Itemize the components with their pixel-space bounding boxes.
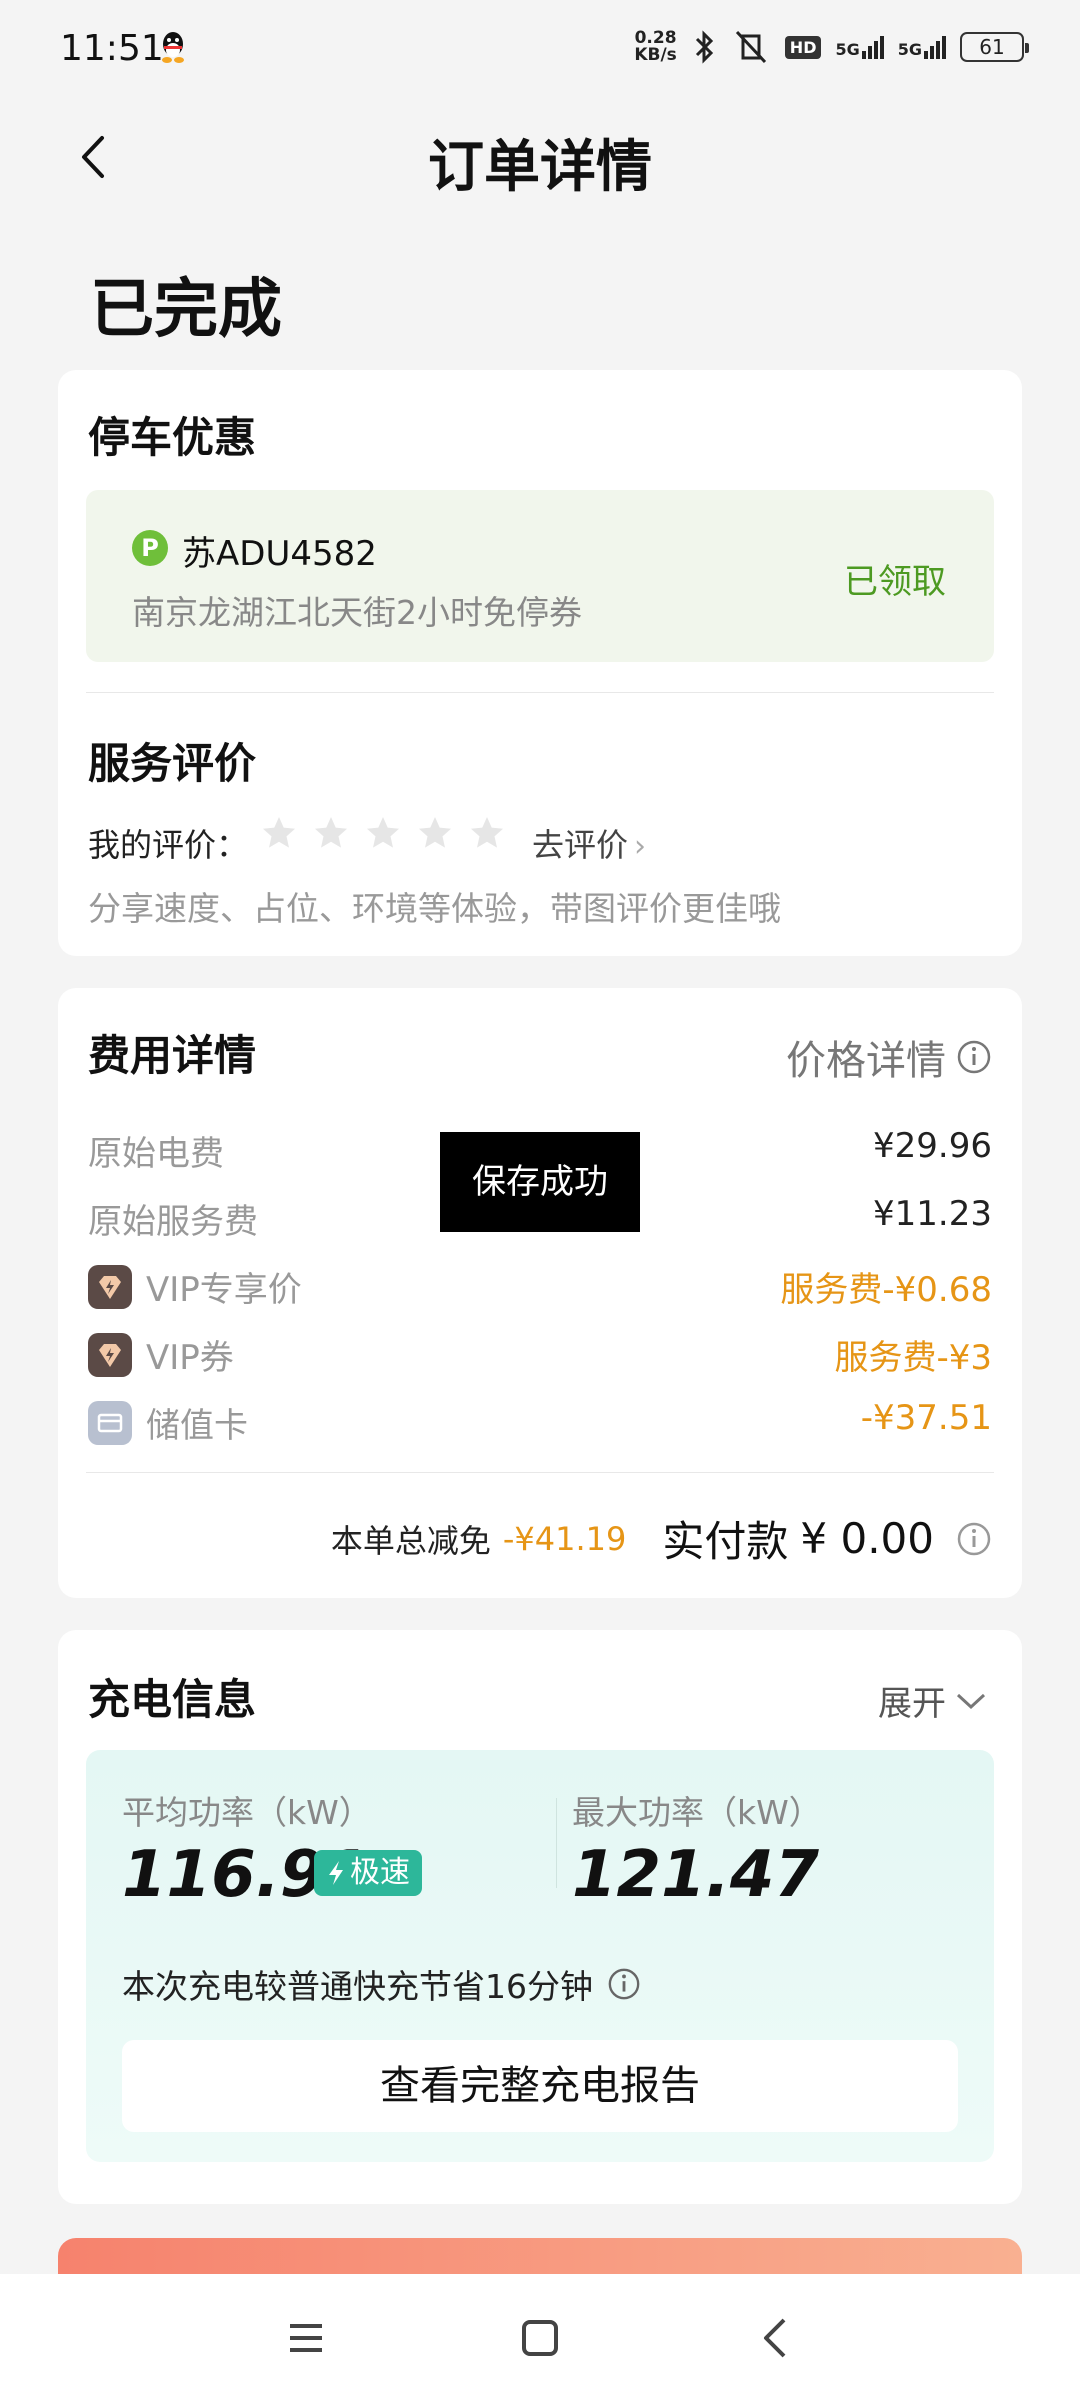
fee-label: VIP券 (146, 1338, 234, 1378)
menu-icon[interactable] (282, 2314, 330, 2362)
order-status: 已完成 (90, 273, 282, 347)
max-power-value: 121.47 (572, 1838, 819, 1912)
fee-label: 原始服务费 (88, 1202, 258, 1242)
hd-badge: HD (784, 35, 822, 59)
total-discount-label: 本单总减免 (330, 1521, 491, 1560)
status-bar: 11:51 0.28 KB/s HD 5G 5G 61 (0, 0, 1080, 92)
paid-value: ¥ 0.00 (800, 1514, 934, 1563)
divider (86, 1472, 994, 1473)
total-discount-value: -¥41.19 (502, 1519, 627, 1558)
parking-icon: P (132, 530, 168, 566)
charging-info-card: 充电信息 展开 平均功率（kW） 116.91 极速 最大功率（kW） 121.… (58, 1630, 1022, 2204)
my-rating-label: 我的评价： (88, 826, 249, 864)
info-icon[interactable] (956, 1521, 992, 1557)
qq-icon (162, 32, 184, 63)
fee-value: -¥37.51 (860, 1398, 992, 1438)
coupon-description: 南京龙湖江北天街2小时免停券 (132, 593, 582, 632)
status-icons: 0.28 KB/s HD 5G 5G 61 (634, 28, 1029, 65)
rating-hint: 分享速度、占位、环境等体验，带图评价更佳哦 (88, 889, 781, 928)
charging-title: 充电信息 (88, 1675, 257, 1724)
chevron-right-icon: › (634, 829, 647, 864)
fee-value: 服务费-¥0.68 (780, 1270, 992, 1310)
status-time: 11:51 (60, 28, 164, 69)
rating-title: 服务评价 (88, 739, 257, 788)
price-detail-link[interactable]: 价格详情 (786, 1028, 992, 1086)
parking-rating-card: 停车优惠 P 苏ADU4582 南京龙湖江北天街2小时免停券 已领取 服务评价 … (58, 370, 1022, 956)
charging-stats: 平均功率（kW） 116.91 极速 最大功率（kW） 121.47 本次充电较… (86, 1750, 994, 2162)
fee-label: VIP专享价 (146, 1270, 302, 1310)
star-icon[interactable] (416, 814, 454, 852)
page-title: 订单详情 (428, 135, 652, 200)
view-report-button[interactable]: 查看完整充电报告 (122, 2040, 958, 2132)
fee-row-vip-coupon: VIP券 服务费-¥3 (88, 1330, 992, 1380)
parking-coupon[interactable]: P 苏ADU4582 南京龙湖江北天街2小时免停券 已领取 (86, 490, 994, 662)
fee-details-card: 费用详情 价格详情 原始电费 ¥29.96 原始服务费 ¥11.23 VIP专享… (58, 988, 1022, 1598)
stored-value-card-icon (88, 1400, 132, 1445)
expand-button[interactable]: 展开 (878, 1676, 988, 1725)
info-icon (957, 1040, 991, 1074)
go-rate-link[interactable]: 去评价 › (532, 820, 646, 866)
avg-power-label: 平均功率（kW） (122, 1793, 372, 1832)
paid-label: 实付款 (662, 1517, 789, 1566)
fee-label: 原始电费 (88, 1134, 224, 1174)
lightning-icon (329, 1861, 343, 1885)
vip-diamond-icon (88, 1264, 132, 1309)
signal-icon-2: 5G (898, 35, 946, 59)
fee-label: 储值卡 (146, 1406, 248, 1446)
coupon-status: 已领取 (844, 562, 946, 602)
max-power-label: 最大功率（kW） (572, 1793, 822, 1832)
back-icon[interactable] (752, 2314, 800, 2362)
divider (556, 1798, 557, 1888)
star-icon[interactable] (312, 814, 350, 852)
license-plate: 苏ADU4582 (182, 534, 377, 574)
speed-badge: 极速 (314, 1850, 422, 1896)
star-icon[interactable] (468, 814, 506, 852)
signal-icon: 5G (835, 35, 884, 59)
info-icon[interactable] (607, 1967, 641, 2001)
divider (86, 692, 994, 693)
rating-stars[interactable] (260, 814, 506, 852)
save-success-toast: 保存成功 (440, 1132, 640, 1232)
fee-value: ¥11.23 (873, 1194, 992, 1234)
net-speed: 0.28 KB/s (634, 28, 677, 65)
fee-value: ¥29.96 (873, 1126, 992, 1166)
total-line: 本单总减免 -¥41.19 实付款 ¥ 0.00 (331, 1508, 992, 1569)
star-icon[interactable] (260, 814, 298, 852)
fee-row-stored-card: 储值卡 -¥37.51 (88, 1398, 992, 1448)
parking-title: 停车优惠 (88, 413, 257, 462)
header: 订单详情 (0, 92, 1080, 222)
fee-row-vip-price: VIP专享价 服务费-¥0.68 (88, 1262, 992, 1312)
system-nav-bar (0, 2274, 1080, 2400)
star-icon[interactable] (364, 814, 402, 852)
vip-diamond-icon (88, 1332, 132, 1377)
bluetooth-icon (695, 30, 713, 64)
mute-vibrate-icon (735, 30, 766, 64)
chevron-down-icon (956, 1693, 986, 1709)
battery-icon: 61 (960, 32, 1029, 62)
time-saved-text: 本次充电较普通快充节省16分钟 (122, 1960, 641, 2008)
fee-value: 服务费-¥3 (834, 1338, 992, 1378)
home-icon[interactable] (516, 2314, 564, 2362)
fee-title: 费用详情 (88, 1031, 257, 1080)
